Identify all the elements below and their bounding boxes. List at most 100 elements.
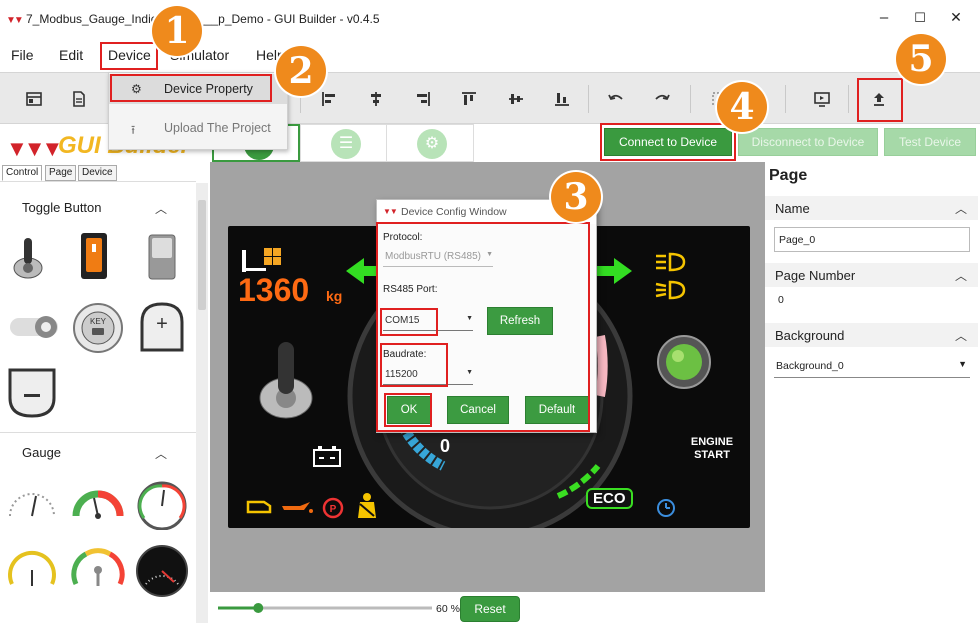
chevron-down-icon[interactable]: ▼ [466, 369, 473, 376]
refresh-button[interactable]: Refresh [487, 307, 553, 335]
new-page-icon[interactable] [25, 90, 43, 108]
connect-to-device-button[interactable]: Connect to Device [604, 128, 732, 156]
align-left-icon[interactable] [320, 90, 338, 108]
close-button[interactable]: ✕ [946, 9, 966, 26]
step-badge-5: 5 [896, 34, 946, 84]
engine-warning-icon [246, 500, 272, 514]
step-badge-3: 3 [551, 172, 601, 222]
align-center-icon[interactable] [367, 90, 385, 108]
tab-control[interactable]: Control [2, 165, 43, 181]
eco-indicator: ECO [586, 488, 633, 509]
undo-icon[interactable] [607, 90, 625, 108]
properties-section-name[interactable]: Name ︿ [765, 196, 978, 220]
key-switch-widget[interactable]: KEY [72, 302, 124, 354]
align-bottom-icon[interactable] [553, 90, 571, 108]
tab-settings[interactable]: ⚙ [386, 124, 474, 162]
default-button[interactable]: Default [525, 396, 589, 424]
title-bar: ▼▼ 7_Modbus_Gauge_Indicator_T____p_Demo … [0, 0, 980, 38]
toolbar-separator [588, 85, 589, 113]
protocol-select[interactable]: ModbusRTU (RS485) ▼ [383, 247, 493, 267]
svg-text:KEY: KEY [90, 317, 107, 326]
background-select-value: Background_0 [776, 360, 844, 372]
disconnect-device-button[interactable]: Disconnect to Device [738, 128, 878, 156]
background-select[interactable]: Background_0 ▼ [774, 356, 970, 378]
toggle-rocker-widget[interactable] [80, 232, 108, 280]
gauge-widget-thin[interactable] [6, 486, 58, 522]
menu-item-upload-project[interactable]: ⭱ Upload The Project [109, 113, 287, 143]
zoom-slider[interactable] [214, 598, 436, 618]
gauge-widget-color-band[interactable] [70, 486, 126, 522]
menu-item-device-property[interactable]: ⚙ Device Property [109, 74, 287, 104]
gauge-widget-dark[interactable] [134, 544, 190, 598]
upload-icon: ⭱ [131, 123, 136, 137]
menu-item-label: Device Property [164, 82, 253, 96]
tab-divider [0, 181, 196, 182]
list-icon: ☰ [331, 129, 361, 159]
step-badge-2: 2 [276, 46, 326, 96]
brand-mark-icon: ▼▼▼ [6, 136, 63, 161]
ok-button[interactable]: OK [387, 396, 431, 424]
toolbar-separator [785, 85, 786, 113]
preview-monitor-icon[interactable] [813, 90, 831, 108]
menu-device[interactable]: Device [108, 47, 151, 63]
rs485-port-select[interactable]: COM15 ▼ [383, 311, 473, 331]
engine-start-label: ENGINE START [690, 436, 734, 461]
gauge-value: 0 [440, 436, 451, 456]
step-badge-4: 4 [717, 82, 767, 132]
menu-item-label: Upload The Project [164, 121, 271, 135]
section-label: Page Number [775, 268, 856, 283]
properties-section-page-number[interactable]: Page Number ︿ [765, 263, 978, 287]
section-toggle-button[interactable]: Toggle Button [22, 200, 102, 215]
test-device-button[interactable]: Test Device [884, 128, 976, 156]
cancel-button[interactable]: Cancel [447, 396, 509, 424]
gauge-widget-yellow[interactable] [6, 546, 58, 592]
menu-edit[interactable]: Edit [59, 47, 83, 63]
redo-icon[interactable] [653, 90, 671, 108]
gauge-widget-round[interactable] [134, 480, 190, 530]
chevron-up-icon[interactable]: ︿ [155, 200, 167, 217]
page-number-value: 0 [778, 294, 784, 306]
menu-file[interactable]: File [11, 47, 34, 63]
tab-list[interactable]: ☰ [300, 124, 388, 162]
push-button-plus-widget[interactable]: + [138, 302, 186, 352]
toggle-slide-widget[interactable] [148, 234, 176, 280]
headlight-icon [655, 252, 686, 300]
baudrate-label: Baudrate: [383, 349, 427, 360]
align-right-icon[interactable] [414, 90, 432, 108]
tab-page[interactable]: Page [45, 165, 77, 181]
gauge-widget-multicolor[interactable] [70, 546, 126, 592]
rs485-port-label: RS485 Port: [383, 284, 438, 295]
properties-section-background[interactable]: Background ︿ [765, 323, 978, 347]
protocol-select-value: ModbusRTU (RS485) [385, 251, 481, 262]
chevron-up-icon[interactable]: ︿ [955, 327, 967, 344]
tab-device[interactable]: Device [78, 165, 117, 181]
chevron-up-icon[interactable]: ︿ [955, 200, 967, 217]
align-middle-icon[interactable] [507, 90, 525, 108]
svg-text:+: + [156, 313, 168, 335]
zoom-bar: 60 % Reset [210, 592, 765, 630]
toggle-switch-widget[interactable] [8, 310, 60, 342]
chevron-up-icon[interactable]: ︿ [155, 445, 167, 462]
baudrate-select-value: 115200 [385, 369, 418, 380]
menu-bar: File Edit Device Simulator Help [0, 38, 980, 72]
section-gauge[interactable]: Gauge [22, 445, 61, 460]
forklift-icon [242, 248, 281, 272]
section-label: Background [775, 328, 845, 343]
chevron-down-icon[interactable]: ▼ [486, 251, 493, 258]
maximize-button[interactable]: ☐ [910, 10, 930, 26]
upload-icon[interactable] [870, 90, 888, 108]
reset-zoom-button[interactable]: Reset [460, 596, 520, 622]
page-name-input[interactable]: Page_0 [774, 227, 970, 252]
chevron-up-icon[interactable]: ︿ [955, 267, 967, 284]
properties-title: Page [769, 167, 808, 184]
chevron-down-icon[interactable]: ▼ [958, 359, 967, 369]
chevron-down-icon[interactable]: ▼ [466, 315, 473, 322]
left-panel-scroll-thumb[interactable] [198, 200, 206, 310]
align-top-icon[interactable] [460, 90, 478, 108]
engine-start-button-icon [657, 335, 711, 389]
baudrate-select[interactable]: 115200 ▼ [383, 365, 473, 385]
minimize-button[interactable]: – [874, 9, 894, 26]
document-icon[interactable] [70, 90, 88, 108]
push-button-minus-widget[interactable] [6, 366, 58, 418]
toggle-lever-widget[interactable] [10, 232, 46, 280]
